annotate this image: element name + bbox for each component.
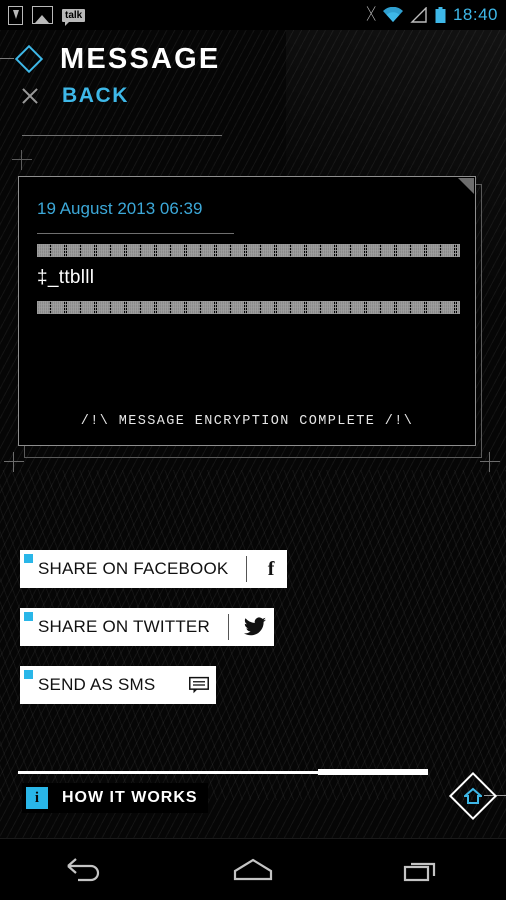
title-row: MESSAGE [0,30,506,76]
sms-icon [187,674,217,696]
crosshair-mark-bottom-left [4,452,24,472]
bottom-divider-accent [318,769,428,775]
back-button-label: BACK [62,84,130,107]
nav-back-button[interactable] [39,848,129,892]
crosshair-mark-left [12,150,32,170]
corner-tag [24,612,33,621]
bluetooth-icon: ᚷ [366,6,376,23]
close-icon[interactable] [18,84,42,108]
back-button[interactable]: BACK [0,76,506,108]
share-on-twitter-label: SHARE ON TWITTER [38,617,210,636]
status-bar-right-icons: ᚷ 18:40 [366,5,498,25]
message-date: 19 August 2013 06:39 [37,199,203,218]
page-header: MESSAGE BACK [0,30,506,108]
twitter-icon [243,617,273,637]
message-card-wrapper: 19 August 2013 06:39 ‡_ttblll /!\ MESSAG… [4,176,500,472]
how-it-works-label: HOW IT WORKS [62,789,198,806]
photo-icon [32,6,53,24]
share-on-facebook-label: SHARE ON FACEBOOK [38,559,229,578]
message-card: 19 August 2013 06:39 ‡_ttblll /!\ MESSAG… [18,176,476,446]
info-icon: i [26,787,48,809]
download-icon [8,5,23,25]
divider [227,614,229,640]
message-body: ‡_ttblll [37,267,95,288]
send-as-sms-button[interactable]: SEND AS SMS [20,666,216,704]
home-icon [448,771,498,821]
status-bar: talk ᚷ 18:40 [0,0,506,30]
crosshair-mark-bottom-right [480,452,500,472]
corner-tag [24,670,33,679]
encrypted-text-row [37,301,460,314]
corner-tag [24,554,33,563]
diamond-icon [0,42,46,76]
card-fold-corner-icon [458,178,474,194]
nav-home-button[interactable] [208,848,298,892]
wifi-icon [382,7,403,23]
divider [246,556,248,582]
signal-icon [410,7,428,23]
share-actions: SHARE ON FACEBOOK f SHARE ON TWITTER SEN… [20,550,287,724]
share-on-facebook-button[interactable]: SHARE ON FACEBOOK f [20,550,287,588]
header-divider [22,135,222,136]
facebook-icon: f [267,557,275,580]
battery-icon [435,6,446,24]
android-nav-bar [0,838,506,900]
nav-recents-button[interactable] [377,848,467,892]
share-on-twitter-button[interactable]: SHARE ON TWITTER [20,608,274,646]
home-diamond-button[interactable] [448,771,498,821]
message-date-divider [37,233,234,234]
status-bar-left-icons: talk [8,5,86,26]
clock: 18:40 [452,5,498,24]
encryption-status-text: /!\ MESSAGE ENCRYPTION COMPLETE /!\ [80,414,414,429]
page-title: MESSAGE [60,42,221,75]
encrypted-text-row [37,244,460,257]
how-it-works-button[interactable]: i HOW IT WORKS [22,783,208,813]
talk-icon: talk [62,8,86,26]
send-as-sms-label: SEND AS SMS [38,675,156,694]
